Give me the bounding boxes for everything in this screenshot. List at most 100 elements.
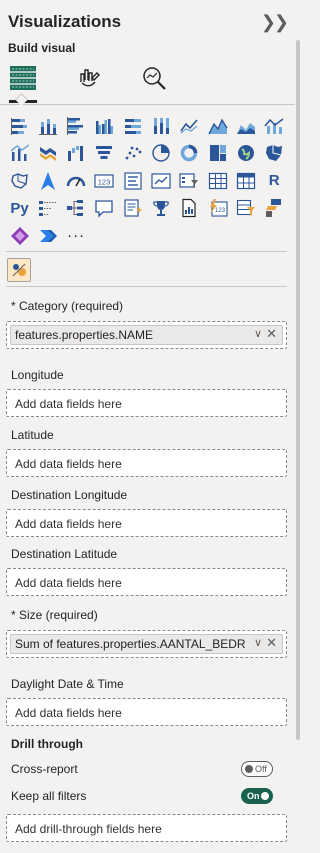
clustered-bar-chart-icon[interactable] — [63, 112, 90, 139]
line-and-stacked-column-chart-icon[interactable] — [261, 112, 288, 139]
pane-header: Visualizations ❯❯ — [8, 8, 289, 36]
size-field-pill[interactable]: Sum of features.properties.AANTAL_BEDRIJ… — [10, 634, 283, 654]
close-icon[interactable]: ✕ — [266, 326, 277, 342]
slicer-icon[interactable] — [176, 167, 203, 194]
latitude-label: Latitude — [11, 428, 54, 442]
analytics-tab[interactable] — [134, 58, 174, 98]
size-label: * Size (required) — [11, 608, 98, 622]
power-automate-icon[interactable] — [261, 195, 288, 222]
keep-filters-label: Keep all filters — [11, 789, 87, 803]
filter-slicer-icon[interactable] — [232, 195, 259, 222]
grid-divider — [6, 251, 287, 252]
smart-narrative-icon[interactable] — [119, 195, 146, 222]
svg-text:123: 123 — [215, 208, 226, 214]
cross-report-toggle[interactable]: Off — [241, 761, 273, 777]
visualizations-pane: Visualizations ❯❯ Build visual 123 R Py … — [0, 0, 296, 853]
cross-report-row: Cross-report Off — [11, 761, 287, 779]
multi-row-card-icon[interactable] — [119, 167, 146, 194]
build-visual-tab[interactable] — [3, 58, 43, 103]
destination-longitude-label: Destination Longitude — [11, 488, 128, 502]
category-field-pill[interactable]: features.properties.NAME ∨ ✕ — [10, 325, 283, 345]
pie-chart-icon[interactable] — [147, 140, 174, 167]
line-chart-icon[interactable] — [176, 112, 203, 139]
area-chart-icon[interactable] — [204, 112, 231, 139]
matrix-icon[interactable] — [232, 167, 259, 194]
qa-visual-icon[interactable] — [91, 195, 118, 222]
daylight-placeholder: Add data fields here — [15, 706, 122, 720]
more-visuals-icon[interactable]: ··· — [63, 222, 90, 249]
drill-through-placeholder: Add drill-through fields here — [15, 822, 162, 836]
destination-latitude-label: Destination Latitude — [11, 547, 118, 561]
map-globe-icon[interactable] — [232, 140, 259, 167]
magnifier-chart-icon — [143, 67, 166, 90]
latitude-well[interactable]: Add data fields here — [6, 449, 287, 477]
100-stacked-bar-chart-icon[interactable] — [119, 112, 146, 139]
size-well[interactable]: Sum of features.properties.AANTAL_BEDRIJ… — [6, 630, 287, 658]
keep-filters-row: Keep all filters On — [11, 788, 287, 806]
daylight-label: Daylight Date & Time — [11, 677, 124, 691]
chevron-down-icon[interactable]: ∨ — [254, 636, 262, 649]
keep-filters-toggle[interactable]: On — [241, 788, 273, 804]
mode-tabs — [0, 58, 295, 105]
kpi-icon[interactable] — [147, 167, 174, 194]
custom-divider — [6, 286, 287, 287]
size-field-name: Sum of features.properties.AANTAL_BEDRIJ… — [15, 637, 246, 651]
toggle-knob — [245, 765, 253, 773]
azure-map-icon[interactable] — [34, 167, 61, 194]
longitude-label: Longitude — [11, 368, 64, 382]
line-and-clustered-column-chart-icon[interactable] — [6, 140, 33, 167]
cross-report-label: Cross-report — [11, 762, 78, 776]
ribbon-chart-icon[interactable] — [34, 140, 61, 167]
build-visual-label: Build visual — [8, 41, 76, 55]
scrollbar-thumb[interactable] — [296, 40, 300, 740]
gauge-icon[interactable] — [63, 167, 90, 194]
paintbrush-icon — [80, 69, 100, 87]
stacked-column-chart-icon[interactable] — [34, 112, 61, 139]
destination-latitude-placeholder: Add data fields here — [15, 576, 122, 590]
filled-map-icon[interactable] — [261, 140, 288, 167]
destination-longitude-placeholder: Add data fields here — [15, 517, 122, 531]
r-script-visual-icon[interactable]: R — [261, 167, 288, 194]
svg-text:123: 123 — [98, 177, 111, 186]
category-field-name: features.properties.NAME — [15, 328, 154, 342]
funnel-chart-icon[interactable] — [91, 140, 118, 167]
custom-visual-icon[interactable] — [7, 258, 31, 282]
latitude-placeholder: Add data fields here — [15, 457, 122, 471]
power-automate-chevron-icon[interactable] — [34, 222, 61, 249]
longitude-placeholder: Add data fields here — [15, 397, 122, 411]
cross-report-state: Off — [255, 764, 267, 774]
waterfall-chart-icon[interactable] — [63, 140, 90, 167]
longitude-well[interactable]: Add data fields here — [6, 389, 287, 417]
card-icon[interactable]: 123 — [91, 167, 118, 194]
stacked-area-chart-icon[interactable] — [232, 112, 259, 139]
keep-filters-state: On — [247, 791, 260, 801]
custom-visual-glyph-icon — [12, 263, 26, 277]
double-chevron-right-icon[interactable]: ❯❯ — [261, 12, 289, 33]
category-well[interactable]: features.properties.NAME ∨ ✕ — [6, 321, 287, 349]
stacked-bar-chart-icon[interactable] — [6, 112, 33, 139]
treemap-icon[interactable] — [204, 140, 231, 167]
python-visual-icon[interactable]: Py — [6, 195, 33, 222]
power-apps-icon[interactable]: 123 — [204, 195, 231, 222]
shape-map-icon[interactable] — [6, 167, 33, 194]
clustered-column-chart-icon[interactable] — [91, 112, 118, 139]
daylight-well[interactable]: Add data fields here — [6, 698, 287, 726]
close-icon[interactable]: ✕ — [266, 635, 277, 651]
table-grid-icon — [10, 66, 36, 90]
100-stacked-column-chart-icon[interactable] — [147, 112, 174, 139]
drill-through-heading: Drill through — [11, 737, 83, 751]
paginated-report-icon[interactable] — [176, 195, 203, 222]
drill-through-well[interactable]: Add drill-through fields here — [6, 814, 287, 842]
destination-longitude-well[interactable]: Add data fields here — [6, 509, 287, 537]
table-icon[interactable] — [204, 167, 231, 194]
format-visual-tab[interactable] — [69, 58, 109, 98]
decomposition-tree-icon[interactable] — [63, 195, 90, 222]
key-influencers-icon[interactable] — [34, 195, 61, 222]
donut-chart-icon[interactable] — [176, 140, 203, 167]
destination-latitude-well[interactable]: Add data fields here — [6, 568, 287, 596]
scatter-chart-icon[interactable] — [119, 140, 146, 167]
power-apps-diamond-icon[interactable] — [6, 222, 33, 249]
goals-trophy-icon[interactable] — [147, 195, 174, 222]
category-label: * Category (required) — [11, 299, 124, 313]
chevron-down-icon[interactable]: ∨ — [254, 327, 262, 340]
